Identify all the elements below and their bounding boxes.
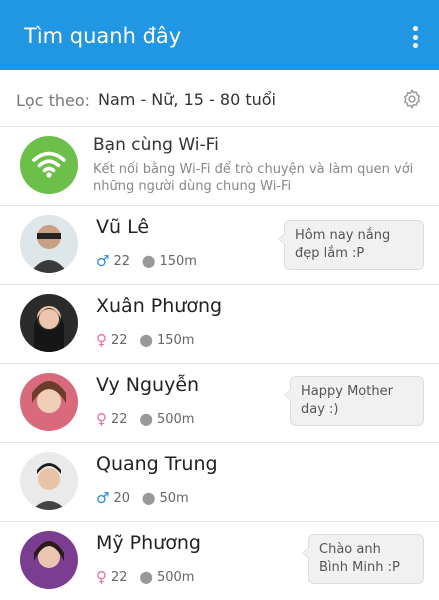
avatar: [20, 294, 78, 352]
person-age: 20: [113, 490, 130, 506]
list-item[interactable]: Vy Nguyễn ♀ 22 ⬤ 500m Happy Mother day :…: [0, 364, 439, 443]
female-icon: ♀: [96, 331, 107, 349]
person-meta: ♂ 20 ⬤ 50m: [96, 489, 189, 507]
status-bubble: Chào anh Bình Minh :P: [302, 534, 424, 584]
female-icon: ♀: [96, 410, 107, 428]
wifi-icon: [20, 136, 78, 194]
person-name: Mỹ Phương: [96, 532, 201, 554]
person-age: 22: [111, 332, 128, 348]
app-bar: Tìm quanh đây: [0, 0, 439, 70]
person-meta: ♀ 22 ⬤ 500m: [96, 410, 194, 428]
filter-bar[interactable]: Lọc theo: Nam - Nữ, 15 - 80 tuổi: [0, 70, 439, 127]
wifi-description: Kết nối bằng Wi-Fi để trò chuyện và làm …: [93, 162, 414, 194]
location-pin-icon: ⬤: [142, 254, 156, 268]
person-name: Xuân Phương: [96, 295, 223, 317]
avatar: [20, 215, 78, 273]
person-age: 22: [113, 253, 130, 269]
person-meta: ♀ 22 ⬤ 150m: [96, 331, 194, 349]
gear-icon[interactable]: [401, 88, 423, 110]
list-item[interactable]: Vũ Lê ♂ 22 ⬤ 150m Hôm nay nắng đẹp lắm :…: [0, 206, 439, 285]
wifi-title: Bạn cùng Wi-Fi: [93, 135, 219, 155]
filter-value[interactable]: Nam - Nữ, 15 - 80 tuổi: [98, 90, 276, 109]
person-meta: ♂ 22 ⬤ 150m: [96, 252, 197, 270]
female-icon: ♀: [96, 568, 107, 586]
person-distance: 150m: [156, 332, 195, 348]
status-bubble: Hôm nay nắng đẹp lắm :P: [278, 220, 424, 270]
male-icon: ♂: [96, 489, 110, 507]
list-item[interactable]: Mỹ Phương ♀ 22 ⬤ 500m Chào anh Bình Minh…: [0, 522, 439, 600]
location-pin-icon: ⬤: [139, 333, 153, 347]
person-meta: ♀ 22 ⬤ 500m: [96, 568, 194, 586]
avatar: [20, 531, 78, 589]
filter-label: Lọc theo:: [16, 91, 91, 110]
person-distance: 150m: [159, 253, 197, 269]
person-age: 22: [111, 569, 128, 585]
wifi-friends-item[interactable]: Bạn cùng Wi-Fi Kết nối bằng Wi-Fi để trò…: [0, 127, 439, 206]
page-title: Tìm quanh đây: [24, 24, 182, 48]
person-distance: 500m: [156, 569, 195, 585]
avatar: [20, 373, 78, 431]
male-icon: ♂: [96, 252, 110, 270]
avatar: [20, 452, 78, 510]
person-age: 22: [111, 411, 128, 427]
location-pin-icon: ⬤: [139, 412, 153, 426]
person-name: Vũ Lê: [96, 216, 150, 238]
more-vert-icon[interactable]: [413, 26, 419, 48]
list-item[interactable]: Xuân Phương ♀ 22 ⬤ 150m: [0, 285, 439, 364]
location-pin-icon: ⬤: [142, 491, 156, 505]
person-name: Vy Nguyễn: [96, 374, 200, 396]
person-distance: 500m: [156, 411, 195, 427]
person-distance: 50m: [159, 490, 189, 506]
list-item[interactable]: Quang Trung ♂ 20 ⬤ 50m: [0, 443, 439, 522]
status-bubble: Happy Mother day :): [284, 376, 424, 426]
location-pin-icon: ⬤: [139, 570, 153, 584]
person-name: Quang Trung: [96, 453, 218, 475]
